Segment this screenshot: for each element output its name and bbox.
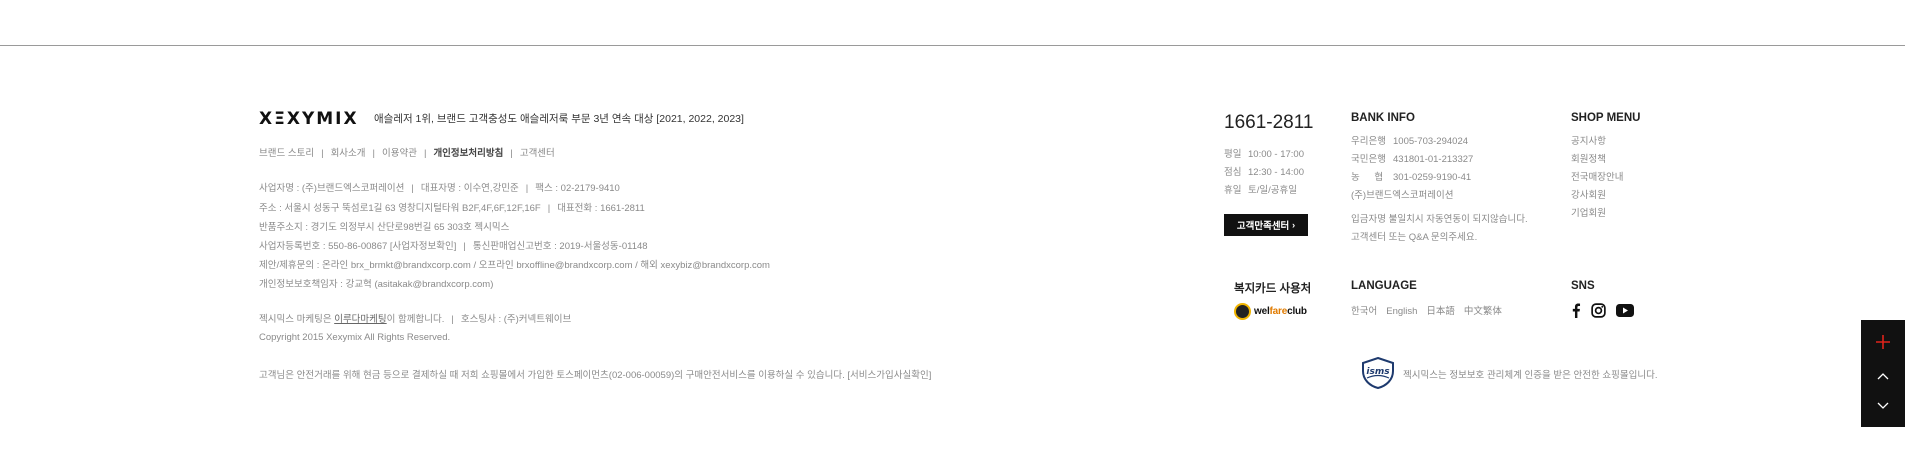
company-info-line: 젝시믹스 마케팅은 이루다마케팅이 함께합니다. | 호스팅사 : (주)커넥트웨이…: [259, 314, 572, 325]
marketing-suffix: 이 함께합니다.: [386, 314, 445, 325]
footer-link-terms[interactable]: 이용약관: [382, 148, 417, 159]
link-separator: |: [372, 148, 375, 159]
shop-menu-item-notice[interactable]: 공지사항: [1571, 133, 1606, 147]
shop-menu-item-instructor[interactable]: 강사회원: [1571, 187, 1606, 201]
wordmark-part: fare: [1269, 306, 1288, 317]
brand-tagline: 애슬레저 1위, 브랜드 고객충성도 애슬레저룩 부문 3년 연속 대상 [20…: [374, 113, 744, 125]
bank-account-row: 우리은행 1005-703-294024: [1351, 133, 1468, 147]
shop-menu-title: SHOP MENU: [1571, 112, 1641, 124]
shop-menu-item-corporate[interactable]: 기업회원: [1571, 205, 1606, 219]
hours-value: 12:30 - 14:00: [1248, 167, 1304, 178]
top-divider: [0, 45, 1905, 46]
account-number: 1005-703-294024: [1393, 136, 1469, 147]
account-number: 301-0259-9190-41: [1393, 172, 1472, 183]
company-address: 주소 : 서울시 성동구 뚝섬로1길 63 영창디지털타워 B2F,4F,6F,…: [259, 203, 541, 214]
chevron-up-icon[interactable]: [1861, 364, 1905, 388]
footer-link-brand-story[interactable]: 브랜드 스토리: [259, 148, 314, 159]
company-info-line: 사업자명 : (주)브랜드엑스코퍼레이션 | 대표자명 : 이수연,강민준 | 팩스 :…: [259, 183, 620, 194]
youtube-icon[interactable]: [1616, 304, 1634, 317]
cs-hours-row: 평일 10:00 - 17:00: [1224, 146, 1304, 160]
cs-phone: 1661-2811: [1224, 112, 1314, 133]
ceo-name: 대표자명 : 이수연,강민준: [420, 183, 519, 194]
shop-menu-item-stores[interactable]: 전국매장안내: [1571, 169, 1623, 183]
footer-links: 브랜드 스토리 | 회사소개 | 이용약관 | 개인정보처리방침 | 고객센터: [259, 145, 555, 159]
isms-badge-label: isms: [1366, 367, 1390, 377]
hours-value: 토/일/공휴일: [1248, 185, 1297, 196]
instagram-icon[interactable]: [1591, 303, 1606, 318]
customer-center-button[interactable]: 고객만족센터 ›: [1224, 214, 1308, 236]
copyright: Copyright 2015 Xexymix All Rights Reserv…: [259, 332, 451, 343]
mail-order-registration: 통신판매업신고번호 : 2019-서울성동-01148: [472, 241, 648, 252]
welfare-club-icon: [1234, 303, 1251, 320]
marketing-agency-link[interactable]: 이루다마케팅: [334, 314, 386, 325]
footer-link-company[interactable]: 회사소개: [331, 148, 366, 159]
wordmark-part: club: [1287, 306, 1307, 317]
footer-link-privacy[interactable]: 개인정보처리방침: [433, 148, 503, 159]
bank-name: 우리은행: [1351, 136, 1386, 147]
privacy-officer: 개인정보보호책임자 : 강교혁 (asitakak@brandxcorp.com…: [259, 279, 494, 290]
hours-label: 휴일: [1224, 185, 1242, 196]
facebook-icon[interactable]: [1571, 303, 1581, 318]
company-name: 사업자명 : (주)브랜드엑스코퍼레이션: [259, 183, 405, 194]
chevron-down-icon[interactable]: [1861, 394, 1905, 418]
chevron-right-icon: ›: [1291, 219, 1296, 231]
welfare-club-wordmark: welfareclub: [1254, 306, 1307, 317]
account-number: 431801-01-213327: [1393, 154, 1474, 165]
language-title: LANGUAGE: [1351, 280, 1417, 292]
bank-account-row: 국민은행 431801-01-213327: [1351, 151, 1473, 165]
wordmark-part: wel: [1254, 306, 1270, 317]
bank-info-title: BANK INFO: [1351, 112, 1415, 124]
cs-hours-row: 휴일 토/일/공휴일: [1224, 182, 1297, 196]
hours-label: 평일: [1224, 149, 1242, 160]
hours-value: 10:00 - 17:00: [1248, 149, 1304, 160]
link-separator: |: [510, 148, 513, 159]
bank-note: 고객센터 또는 Q&A 문의주세요.: [1351, 232, 1478, 243]
company-info-line: 주소 : 서울시 성동구 뚝섬로1길 63 영창디지털타워 B2F,4F,6F,…: [259, 203, 645, 214]
sns-icons: [1571, 303, 1634, 318]
welfare-club-logo[interactable]: welfareclub: [1234, 303, 1307, 320]
language-option-zh[interactable]: 中文繁体: [1464, 306, 1502, 317]
account-holder: (주)브랜드엑스코퍼레이션: [1351, 190, 1454, 201]
company-phone: 대표전화 : 1661-2811: [557, 203, 645, 214]
language-option-ja[interactable]: 日本語: [1426, 306, 1455, 317]
company-info-line: 사업자등록번호 : 550-86-00867 [사업자정보확인] | 통신판매업신고…: [259, 241, 648, 252]
link-separator: |: [321, 148, 324, 159]
customer-center-label: 고객만족센터: [1236, 221, 1290, 232]
shop-menu-item-member-policy[interactable]: 회원정책: [1571, 151, 1606, 165]
hosting-provider: 호스팅사 : (주)커넥트웨이브: [460, 314, 572, 325]
partnership-contact: 제안/제휴문의 : 온라인 brx_brmkt@brandxcorp.com /…: [259, 260, 770, 271]
escrow-notice: 고객님은 안전거래를 위해 현금 등으로 결제하실 때 저희 쇼핑몰에서 가입한…: [259, 370, 932, 381]
isms-badge: isms: [1360, 356, 1396, 394]
marketing-prefix: 젝시믹스 마케팅은: [259, 314, 335, 325]
language-option-en[interactable]: English: [1386, 306, 1417, 317]
link-separator: |: [423, 148, 427, 159]
language-option-ko[interactable]: 한국어: [1351, 306, 1377, 317]
business-registration[interactable]: 사업자등록번호 : 550-86-00867 [사업자정보확인]: [259, 241, 456, 252]
bank-name: 농 협: [1351, 172, 1390, 183]
language-options: 한국어 English 日本語 中文繁体: [1351, 303, 1511, 317]
welfare-card-title: 복지카드 사용처: [1234, 283, 1312, 295]
return-address: 반품주소지 : 경기도 의정부시 산단로98번길 65 303호 젝시믹스: [259, 222, 510, 233]
isms-description: 젝시믹스는 정보보호 관리체계 인증을 받은 안전한 쇼핑몰입니다.: [1403, 370, 1658, 381]
cs-hours-row: 점심 12:30 - 14:00: [1224, 164, 1304, 178]
brand-logo[interactable]: XΞXYMIX: [259, 109, 359, 129]
sns-title: SNS: [1571, 280, 1595, 292]
plus-icon[interactable]: [1861, 330, 1905, 354]
bank-account-row: 농 협 301-0259-9190-41: [1351, 169, 1471, 183]
hours-label: 점심: [1224, 167, 1242, 178]
floating-quick-menu: [1861, 320, 1905, 427]
bank-name: 국민은행: [1351, 154, 1386, 165]
bank-note: 입금자명 불일치시 자동연동이 되지않습니다.: [1351, 214, 1528, 225]
footer-link-customer-center[interactable]: 고객센터: [520, 148, 555, 159]
fax-number: 팩스 : 02-2179-9410: [535, 183, 620, 194]
